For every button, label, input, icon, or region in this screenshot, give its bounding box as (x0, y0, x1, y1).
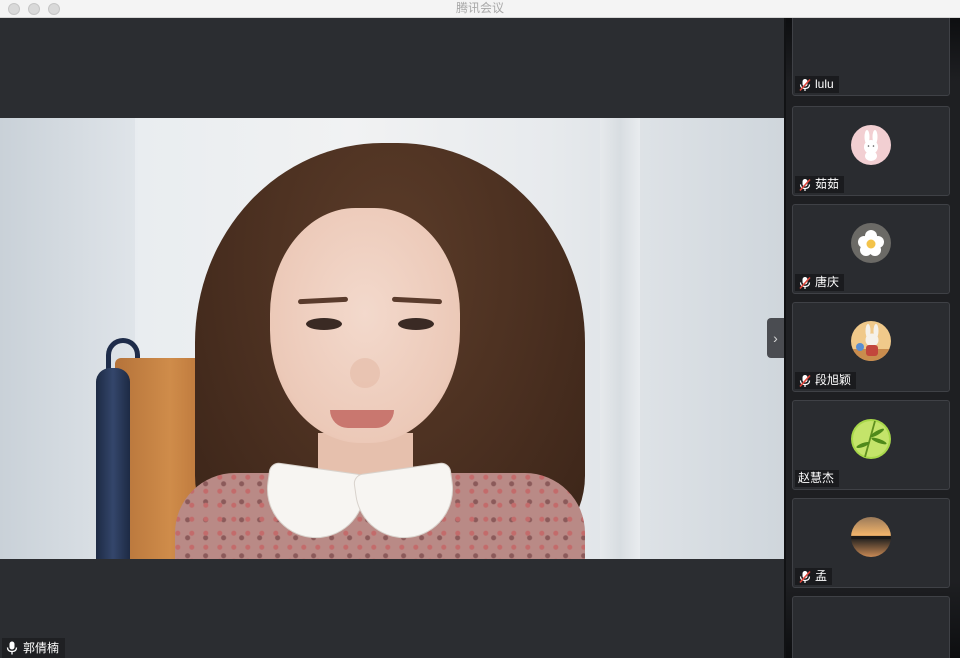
eye (398, 318, 434, 330)
participant-name-tag: 茹茹 (795, 176, 845, 193)
sidebar-divider (784, 18, 786, 658)
flower-avatar (851, 223, 891, 263)
shirt-collar (260, 461, 460, 545)
mic-muted-icon (799, 78, 811, 91)
umbrella (96, 368, 130, 559)
wall-pillar (600, 118, 640, 559)
participant-name: 段旭颖 (815, 373, 852, 387)
participant-name-tag: 唐庆 (795, 274, 845, 291)
collapse-sidebar-button[interactable]: › (767, 318, 784, 358)
participant-tile[interactable] (792, 596, 950, 658)
participant-name: 茹茹 (815, 177, 840, 191)
participant-tile[interactable]: 孟 (792, 498, 950, 588)
title-bar: 腾讯会议 (0, 0, 960, 18)
nose (350, 358, 380, 388)
mic-muted-icon (799, 374, 811, 387)
participant-tile[interactable]: 赵慧杰 (792, 400, 950, 490)
participant-name: 孟 (815, 569, 828, 583)
participant-name-tag: 段旭颖 (795, 372, 857, 389)
rabbit-avatar (851, 125, 891, 165)
participant-tile[interactable]: 段旭颖 (792, 302, 950, 392)
participant-name: 唐庆 (815, 275, 840, 289)
participant-name-tag: lulu (795, 76, 839, 93)
main-video-area (0, 18, 784, 658)
participant-name-tag: 孟 (795, 568, 833, 585)
participant-name: 赵慧杰 (798, 471, 835, 485)
sunset-avatar (851, 517, 891, 557)
participant-name: lulu (815, 77, 834, 91)
chevron-right-icon: › (773, 330, 778, 346)
speaker-name: 郭倩楠 (23, 641, 60, 655)
mic-muted-icon (799, 570, 811, 583)
mic-icon (6, 641, 18, 655)
eye (306, 318, 342, 330)
meeting-window: 腾讯会议 郭倩楠 › lulu 茹茹 唐庆 段旭颖 赵慧杰 孟 (0, 0, 960, 658)
participant-tile[interactable]: lulu (792, 18, 950, 96)
mouth (330, 410, 394, 428)
mic-muted-icon (799, 276, 811, 289)
speaker-video[interactable] (0, 118, 784, 559)
participant-tile[interactable]: 茹茹 (792, 106, 950, 196)
participant-name-tag: 赵慧杰 (795, 470, 840, 487)
bamboo-avatar (851, 419, 891, 459)
cartoon-rabbit-avatar (851, 321, 891, 361)
speaker-name-tag: 郭倩楠 (2, 638, 66, 658)
window-title: 腾讯会议 (455, 1, 504, 15)
mic-muted-icon (799, 178, 811, 191)
participant-tile[interactable]: 唐庆 (792, 204, 950, 294)
participant-sidebar: lulu 茹茹 唐庆 段旭颖 赵慧杰 孟 (784, 18, 960, 658)
